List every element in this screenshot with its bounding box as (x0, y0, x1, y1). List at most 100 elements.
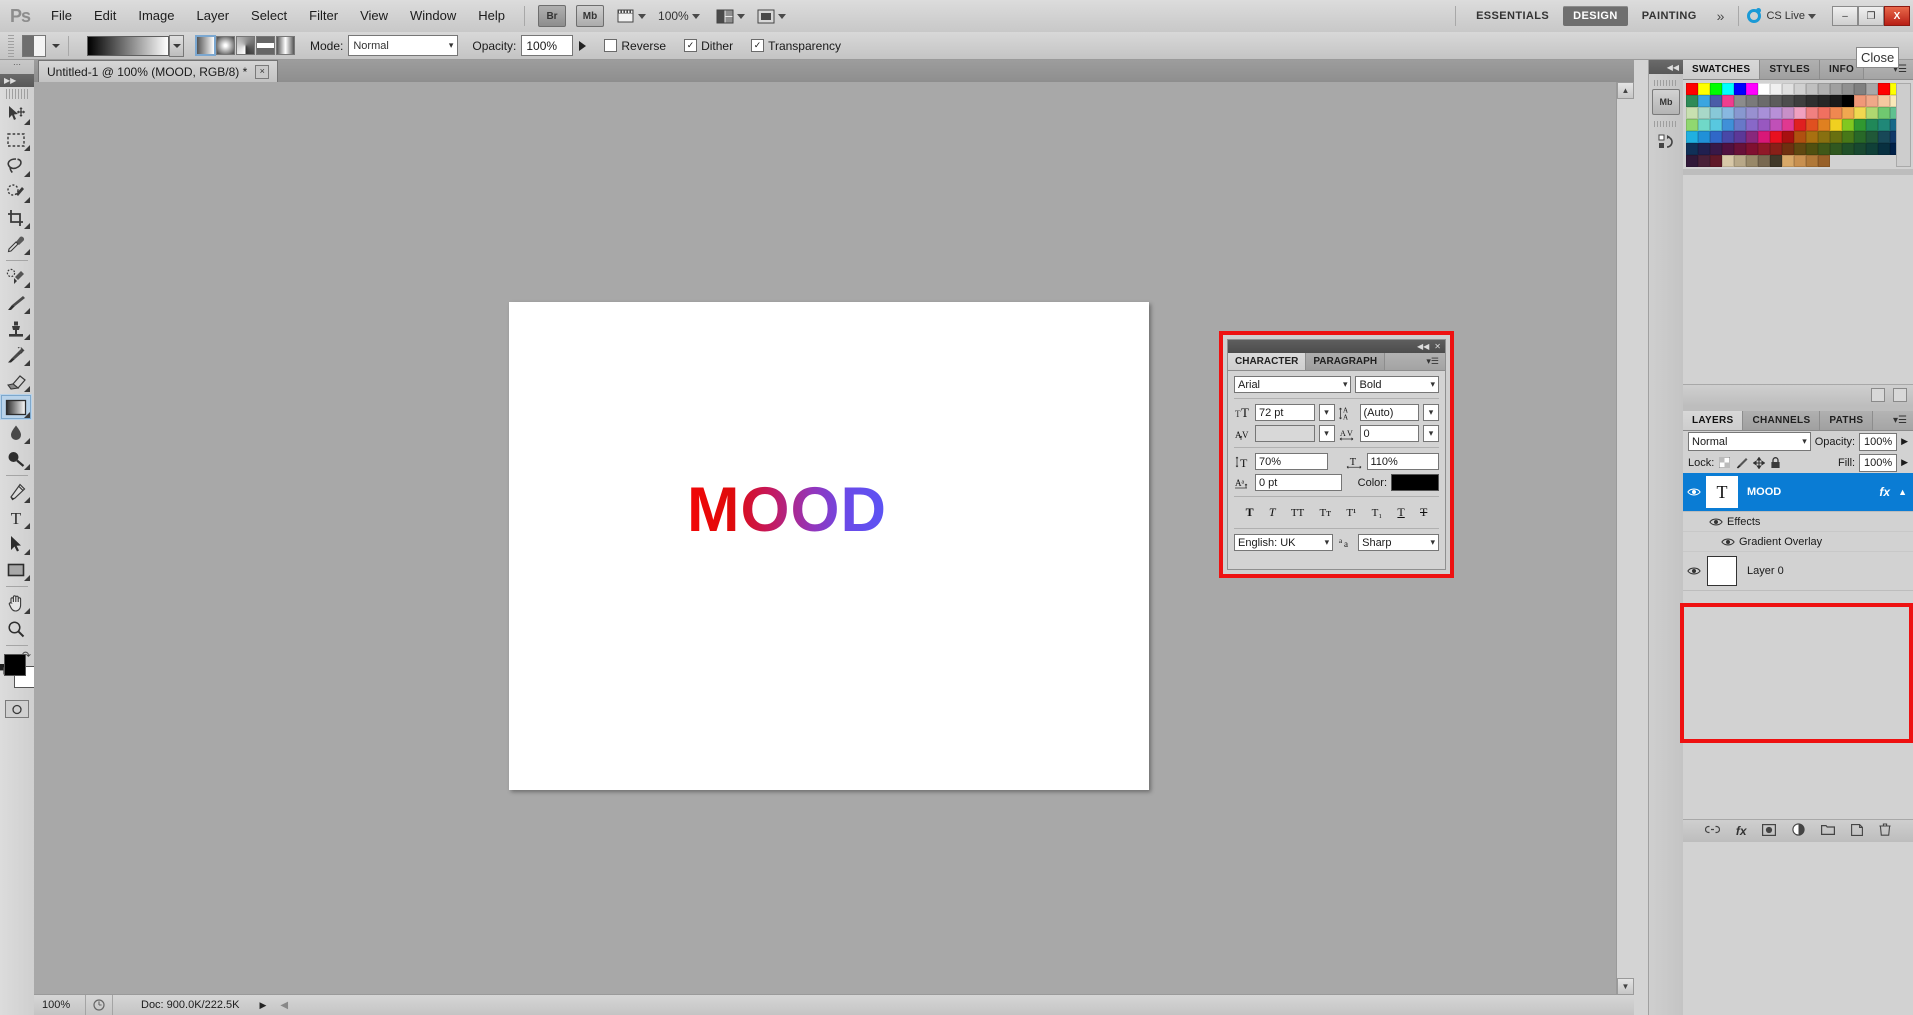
swatch-23[interactable] (1746, 95, 1758, 107)
swatches-grid[interactable] (1686, 83, 1911, 167)
clone-stamp-tool[interactable] (0, 316, 32, 342)
character-panel-titlebar[interactable]: ◀◀ ✕ (1228, 340, 1445, 353)
swatch-5[interactable] (1746, 83, 1758, 95)
swatch-50[interactable] (1854, 107, 1866, 119)
menu-help[interactable]: Help (467, 0, 516, 32)
menu-image[interactable]: Image (127, 0, 185, 32)
strikethrough-button[interactable]: T (1420, 505, 1427, 520)
kerning-dropdown[interactable]: ▾ (1318, 425, 1335, 442)
antialias-select[interactable]: Sharp ▾ (1358, 534, 1439, 551)
swatch-41[interactable] (1746, 107, 1758, 119)
swatch-49[interactable] (1842, 107, 1854, 119)
scroll-down-arrow-icon[interactable]: ▼ (1617, 978, 1634, 995)
swatch-96[interactable] (1758, 143, 1770, 155)
path-selection-tool[interactable] (0, 531, 32, 557)
tab-styles[interactable]: STYLES (1760, 60, 1821, 79)
new-adjustment-layer-icon[interactable] (1792, 823, 1805, 839)
effects-visibility-toggle[interactable] (1705, 517, 1727, 527)
swatch-105[interactable] (1866, 143, 1878, 155)
swatch-18[interactable] (1686, 95, 1698, 107)
dock-group-grip[interactable] (1654, 121, 1678, 127)
add-layer-mask-icon[interactable] (1762, 823, 1777, 839)
swatch-56[interactable] (1710, 119, 1722, 131)
character-panel-collapse-icon[interactable]: ◀◀ (1417, 342, 1429, 351)
swatch-39[interactable] (1722, 107, 1734, 119)
swatch-63[interactable] (1794, 119, 1806, 131)
swatch-82[interactable] (1806, 131, 1818, 143)
swatch-57[interactable] (1722, 119, 1734, 131)
superscript-button[interactable]: T¹ (1346, 507, 1356, 519)
swatch-68[interactable] (1854, 119, 1866, 131)
swatch-58[interactable] (1734, 119, 1746, 131)
swatch-28[interactable] (1806, 95, 1818, 107)
tab-character[interactable]: CHARACTER (1228, 353, 1307, 370)
panel-footer-icon-2[interactable] (1893, 388, 1907, 402)
swatch-52[interactable] (1878, 107, 1890, 119)
font-size-dropdown[interactable]: ▾ (1318, 404, 1335, 421)
font-size-input[interactable]: 72 pt (1255, 404, 1315, 421)
horizontal-scale-input[interactable]: 110% (1366, 453, 1439, 470)
tab-paragraph[interactable]: PARAGRAPH (1306, 353, 1386, 370)
swatch-31[interactable] (1842, 95, 1854, 107)
swatch-43[interactable] (1770, 107, 1782, 119)
reflected-gradient-button[interactable] (256, 36, 275, 55)
swatch-95[interactable] (1746, 143, 1758, 155)
new-layer-icon[interactable] (1851, 823, 1864, 839)
leading-dropdown[interactable]: ▾ (1423, 404, 1439, 421)
leading-input[interactable]: (Auto) (1359, 404, 1419, 421)
tab-paths[interactable]: PATHS (1820, 411, 1874, 430)
panel-footer-icon-1[interactable] (1871, 388, 1885, 402)
swatch-45[interactable] (1794, 107, 1806, 119)
tools-panel-grip[interactable] (6, 89, 28, 99)
move-tool[interactable] (0, 101, 32, 127)
add-layer-style-icon[interactable]: fx (1736, 824, 1747, 838)
layer-opacity-input[interactable]: 100% (1859, 432, 1898, 451)
status-timing-icon[interactable] (86, 995, 113, 1015)
layer-row-layer0[interactable]: Layer 0 (1683, 552, 1913, 591)
swatch-75[interactable] (1722, 131, 1734, 143)
swatch-61[interactable] (1770, 119, 1782, 131)
font-family-select[interactable]: Arial ▾ (1234, 376, 1352, 393)
tab-channels[interactable]: CHANNELS (1743, 411, 1821, 430)
swatch-66[interactable] (1830, 119, 1842, 131)
mini-bridge-icon[interactable]: Mb (1652, 89, 1680, 115)
lock-image-pixels-icon[interactable] (1735, 456, 1748, 469)
layer-visibility-toggle-layer0[interactable] (1683, 566, 1705, 576)
swatch-59[interactable] (1746, 119, 1758, 131)
swatch-73[interactable] (1698, 131, 1710, 143)
swatch-19[interactable] (1698, 95, 1710, 107)
layer-fx-badge-mood[interactable]: fx (1879, 485, 1890, 499)
layer-blend-mode-select[interactable]: Normal ▾ (1688, 432, 1811, 451)
swatch-25[interactable] (1770, 95, 1782, 107)
spot-healing-brush-tool[interactable] (0, 264, 32, 290)
swatch-114[interactable] (1758, 155, 1770, 167)
rectangle-tool[interactable] (0, 557, 32, 583)
swatch-118[interactable] (1806, 155, 1818, 167)
swatch-83[interactable] (1818, 131, 1830, 143)
swatch-80[interactable] (1782, 131, 1794, 143)
quick-mask-button[interactable] (5, 700, 29, 718)
swatch-97[interactable] (1770, 143, 1782, 155)
workspace-painting[interactable]: PAINTING (1632, 6, 1707, 26)
lock-all-icon[interactable] (1769, 456, 1782, 469)
document-tab-close-icon[interactable]: × (255, 64, 270, 79)
layer-effects-group-row[interactable]: Effects (1683, 512, 1913, 532)
layer-thumbnail-layer0[interactable] (1707, 556, 1737, 586)
language-select[interactable]: English: UK ▾ (1234, 534, 1334, 551)
swatch-8[interactable] (1782, 83, 1794, 95)
launch-bridge-icon[interactable]: Br (538, 5, 567, 27)
kerning-input[interactable] (1255, 425, 1315, 442)
menu-select[interactable]: Select (240, 0, 298, 32)
layer-fx-expand-icon[interactable]: ▲ (1898, 487, 1907, 497)
swatch-54[interactable] (1686, 119, 1698, 131)
layers-panel-menu-icon[interactable]: ▾☰ (1893, 411, 1913, 430)
minimize-button[interactable]: – (1832, 6, 1858, 26)
character-panel-close-icon[interactable]: ✕ (1434, 342, 1441, 351)
launch-mini-bridge-icon[interactable]: Mb (576, 5, 605, 27)
document-tab[interactable]: Untitled-1 @ 100% (MOOD, RGB/8) * × (38, 60, 279, 82)
history-panel-icon[interactable] (1653, 130, 1679, 154)
underline-button[interactable]: T (1397, 505, 1404, 520)
swatch-30[interactable] (1830, 95, 1842, 107)
layer-row-mood[interactable]: T MOOD fx ▲ (1683, 473, 1913, 512)
arrange-documents-control[interactable] (716, 9, 751, 24)
